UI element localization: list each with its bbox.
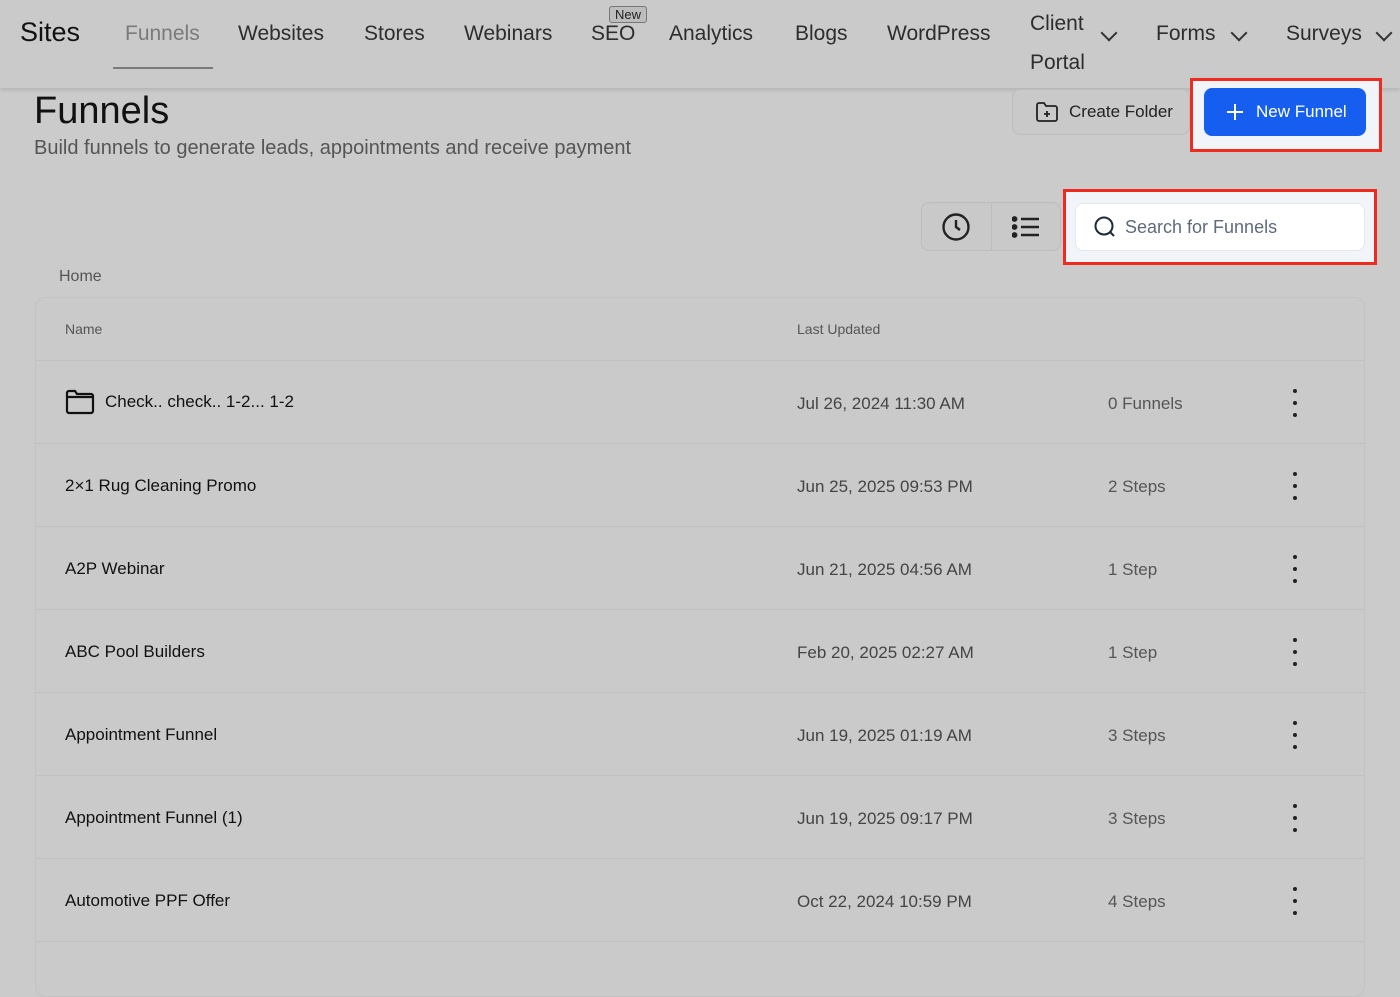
- active-tab-indicator: [113, 67, 213, 69]
- funnel-name[interactable]: Appointment Funnel: [65, 725, 217, 745]
- table-row[interactable]: Appointment Funnel (1) Jun 19, 2025 09:1…: [36, 776, 1364, 859]
- step-count: 1 Step: [1108, 643, 1158, 662]
- search-input[interactable]: [1125, 216, 1355, 238]
- last-updated: Jun 19, 2025 01:19 AM: [797, 726, 972, 745]
- new-badge: New: [609, 6, 648, 23]
- tab-funnels[interactable]: Funnels: [125, 22, 200, 46]
- plus-icon: [1227, 104, 1243, 120]
- recent-view-button[interactable]: [922, 203, 991, 250]
- folder-icon: [65, 389, 95, 415]
- row-name-text: A2P Webinar: [65, 559, 165, 578]
- new-funnel-label: New Funnel: [1256, 102, 1347, 121]
- tab-blogs[interactable]: Blogs: [795, 22, 848, 46]
- clock-icon: [942, 212, 970, 241]
- more-options-icon[interactable]: [1284, 555, 1306, 583]
- view-toggle: [921, 202, 1061, 251]
- chevron-down-icon[interactable]: [1100, 24, 1118, 42]
- more-options-icon[interactable]: [1284, 472, 1306, 500]
- step-count: 4 Steps: [1108, 892, 1166, 911]
- last-updated: Jun 19, 2025 09:17 PM: [797, 809, 973, 828]
- page-title: Funnels: [34, 90, 170, 132]
- table-row[interactable]: ABC Pool Builders Feb 20, 2025 02:27 AM …: [36, 610, 1364, 693]
- tab-surveys[interactable]: Surveys: [1286, 22, 1362, 46]
- table-row[interactable]: Appointment Funnel Jun 19, 2025 01:19 AM…: [36, 693, 1364, 776]
- table-row[interactable]: Automotive PPF Offer Oct 22, 2024 10:59 …: [36, 859, 1364, 942]
- tab-wordpress[interactable]: WordPress: [887, 22, 990, 46]
- table-header: Name Last Updated: [36, 298, 1364, 361]
- funnel-name[interactable]: Check.. check.. 1-2... 1-2: [65, 389, 294, 415]
- create-folder-label: Create Folder: [1069, 102, 1173, 121]
- funnel-name[interactable]: 2×1 Rug Cleaning Promo: [65, 476, 256, 496]
- funnel-name[interactable]: Appointment Funnel (1): [65, 808, 243, 828]
- funnel-name[interactable]: A2P Webinar: [65, 559, 165, 579]
- breadcrumb[interactable]: Home: [59, 268, 102, 286]
- column-header-name[interactable]: Name: [65, 321, 102, 337]
- step-count: 3 Steps: [1108, 726, 1166, 745]
- search-icon: [1094, 216, 1115, 237]
- tab-webinars[interactable]: Webinars: [464, 22, 552, 46]
- new-funnel-button[interactable]: New Funnel: [1204, 88, 1366, 136]
- row-name-text: ABC Pool Builders: [65, 642, 205, 661]
- tab-websites[interactable]: Websites: [238, 22, 324, 46]
- more-options-icon[interactable]: [1284, 389, 1306, 417]
- folder-plus-icon: [1036, 102, 1058, 122]
- funnel-name[interactable]: Automotive PPF Offer: [65, 891, 230, 911]
- tab-client-portal[interactable]: Client Portal: [1030, 4, 1085, 82]
- step-count: 3 Steps: [1108, 809, 1166, 828]
- row-name-text: 2×1 Rug Cleaning Promo: [65, 476, 257, 495]
- step-count: 2 Steps: [1108, 477, 1166, 496]
- more-options-icon[interactable]: [1284, 638, 1306, 666]
- last-updated: Oct 22, 2024 10:59 PM: [797, 892, 972, 911]
- chevron-down-icon[interactable]: [1375, 24, 1393, 42]
- chevron-down-icon[interactable]: [1230, 24, 1248, 42]
- client-portal-line1: Client: [1030, 12, 1084, 35]
- column-header-last-updated[interactable]: Last Updated: [797, 321, 880, 337]
- create-folder-button[interactable]: Create Folder: [1012, 89, 1190, 135]
- row-name-text: Check.. check.. 1-2... 1-2: [105, 392, 294, 411]
- list-icon: [1011, 215, 1039, 238]
- page-subtitle: Build funnels to generate leads, appoint…: [34, 137, 632, 159]
- funnels-table: Name Last Updated Check.. check.. 1-2...…: [35, 297, 1365, 997]
- more-options-icon[interactable]: [1284, 721, 1306, 749]
- table-row[interactable]: 2×1 Rug Cleaning Promo Jun 25, 2025 09:5…: [36, 444, 1364, 527]
- table-row[interactable]: A2P Webinar Jun 21, 2025 04:56 AM 1 Step: [36, 527, 1364, 610]
- row-name-text: Appointment Funnel: [65, 725, 218, 744]
- tab-seo[interactable]: SEO: [591, 22, 635, 46]
- step-count: 1 Step: [1108, 560, 1158, 579]
- list-view-button[interactable]: [990, 203, 1061, 250]
- last-updated: Jun 25, 2025 09:53 PM: [797, 477, 973, 496]
- client-portal-line2: Portal: [1030, 51, 1085, 74]
- more-options-icon[interactable]: [1284, 887, 1306, 915]
- last-updated: Feb 20, 2025 02:27 AM: [797, 643, 974, 662]
- more-options-icon[interactable]: [1284, 804, 1306, 832]
- last-updated: Jun 21, 2025 04:56 AM: [797, 560, 972, 579]
- row-name-text: Automotive PPF Offer: [65, 891, 231, 910]
- row-name-text: Appointment Funnel (1): [65, 808, 243, 827]
- table-row[interactable]: Check.. check.. 1-2... 1-2 Jul 26, 2024 …: [36, 361, 1364, 444]
- tab-forms[interactable]: Forms: [1156, 22, 1216, 46]
- tab-analytics[interactable]: Analytics: [669, 22, 753, 46]
- funnel-name[interactable]: ABC Pool Builders: [65, 642, 205, 662]
- search-box: [1075, 203, 1365, 251]
- last-updated: Jul 26, 2024 11:30 AM: [797, 394, 965, 413]
- tab-stores[interactable]: Stores: [364, 22, 425, 46]
- top-nav: Sites Funnels Websites Stores Webinars N…: [0, 0, 1400, 88]
- step-count: 0 Funnels: [1108, 394, 1183, 413]
- brand-title: Sites: [20, 17, 81, 47]
